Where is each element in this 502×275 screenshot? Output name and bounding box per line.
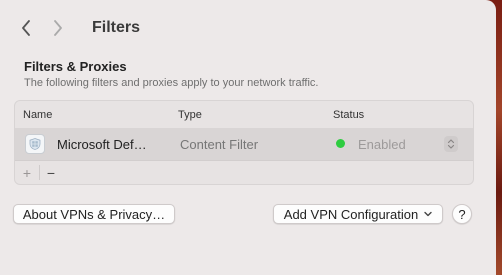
row-type: Content Filter — [180, 137, 259, 152]
status-value: Enabled — [358, 137, 406, 152]
about-vpns-privacy-button[interactable]: About VPNs & Privacy… — [13, 204, 175, 224]
settings-window: Filters Filters & Proxies The following … — [0, 0, 496, 275]
row-name: Microsoft Def… — [57, 137, 147, 152]
column-header-status[interactable]: Status — [333, 109, 364, 121]
table-row[interactable]: Microsoft Def… Content Filter Enabled — [15, 128, 473, 160]
add-vpn-button-label: Add VPN Configuration — [283, 206, 419, 222]
chevron-down-icon — [424, 211, 432, 217]
status-indicator — [336, 139, 345, 148]
help-button[interactable]: ? — [452, 204, 472, 224]
filters-table: Name Type Status Microsoft Def… Content … — [14, 100, 474, 185]
column-header-name[interactable]: Name — [23, 109, 52, 121]
chevron-right-icon — [54, 20, 62, 36]
back-button[interactable] — [14, 16, 38, 40]
table-header: Name Type Status — [15, 101, 473, 127]
section-title: Filters & Proxies — [24, 59, 127, 74]
section-description: The following filters and proxies apply … — [24, 77, 319, 89]
forward-button[interactable] — [46, 16, 70, 40]
up-down-chevron-icon — [444, 136, 458, 152]
chevron-left-icon — [22, 20, 30, 36]
table-footer: + − — [15, 160, 473, 184]
status-popup-button[interactable]: Enabled — [352, 132, 464, 156]
microsoft-defender-icon — [25, 134, 45, 154]
navigation-bar: Filters — [14, 16, 140, 40]
help-icon: ? — [458, 206, 466, 222]
remove-button[interactable]: − — [41, 163, 61, 183]
page-title: Filters — [92, 19, 141, 36]
add-vpn-configuration-button[interactable]: Add VPN Configuration — [273, 204, 443, 224]
footer-divider — [39, 165, 40, 180]
add-button[interactable]: + — [17, 163, 37, 183]
column-header-type[interactable]: Type — [178, 109, 202, 121]
about-button-label: About VPNs & Privacy… — [22, 206, 166, 222]
